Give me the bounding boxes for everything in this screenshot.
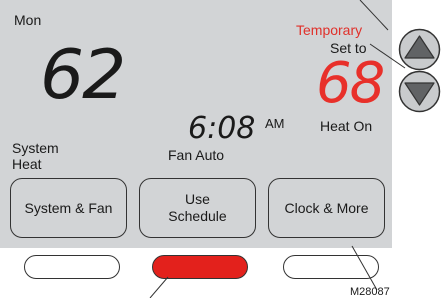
model-code: M28087 [350, 286, 390, 298]
leader-lines [149, 0, 406, 298]
